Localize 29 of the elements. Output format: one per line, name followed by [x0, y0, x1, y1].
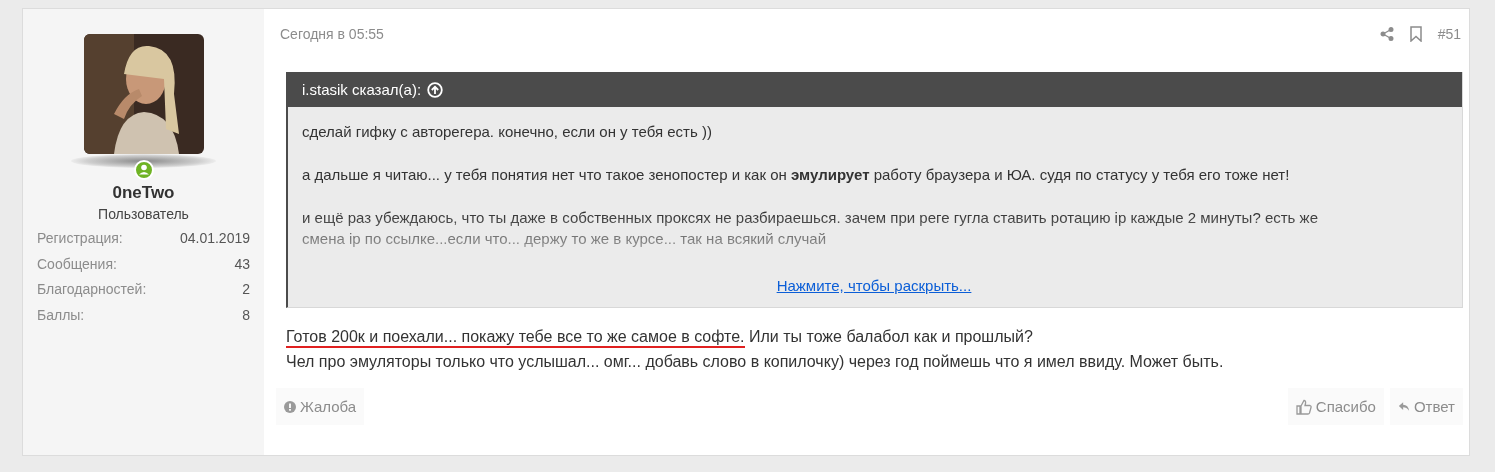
stat-label: Сообщения: — [37, 254, 117, 274]
stat-value: 04.01.2019 — [179, 229, 250, 248]
quote-text: а дальше я читаю... у тебя понятия нет что такое зенопостер и как он эмулирует работу браузера и ЮА. судя по статусу у тебя его тоже нет! — [302, 165, 1291, 185]
user-title: Пользователь — [98, 206, 189, 222]
stat-value: 8 — [242, 306, 250, 326]
arrow-up-icon[interactable] — [427, 81, 444, 98]
expand-link[interactable]: Нажмите, чтобы раскрыть... — [776, 277, 972, 294]
warning-icon — [284, 400, 296, 413]
quote-text: сделай гифку с авторегера. конечно, если он у тебя есть )) — [302, 122, 713, 142]
stat-label: Регистрация: — [37, 229, 123, 248]
underlined-text: Готов 200к и поехали... покажу тебе все то же самое в софте. — [286, 328, 745, 348]
share-icon[interactable] — [1379, 27, 1394, 41]
like-button[interactable]: Спасибо — [1287, 388, 1384, 425]
quote-text: и ещё раз убеждаюсь, что ты даже в собственных проксях не разбираешься. зачем при реге гугла ставить ротацию ip каждые 2 минуты? есть же смена ip по ссылке...если что... держу то же в курсе... так на всякий случай — [302, 208, 1319, 249]
report-button[interactable]: Жалоба — [276, 388, 365, 425]
stat-value: 2 — [242, 280, 250, 300]
stat-label: Баллы: — [37, 306, 85, 326]
reply-arrow-icon — [1397, 401, 1410, 412]
post-text: Или ты тоже балабол как и прошлый? — [748, 328, 1033, 345]
post-date[interactable]: Сегодня в 05:55 — [280, 26, 384, 42]
quote-author-link[interactable]: i.stasik сказал(а): — [302, 81, 422, 98]
reply-button[interactable]: Ответ — [1389, 388, 1463, 425]
thumbs-up-icon — [1295, 398, 1312, 415]
post-text: Чел про эмуляторы только что услышал... омг... добавь слово в копилочку) через год поймешь что я имел ввиду. Может быть. — [286, 353, 1224, 370]
bookmark-icon[interactable] — [1409, 26, 1422, 42]
stat-value: 43 — [234, 254, 250, 274]
post-number-link[interactable]: #51 — [1437, 26, 1461, 42]
stat-label: Благодарностей: — [37, 280, 147, 300]
username[interactable]: 0neTwo — [112, 183, 175, 203]
